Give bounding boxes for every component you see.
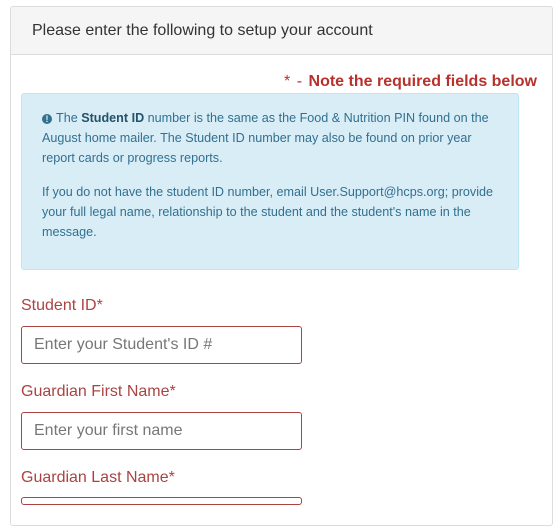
student-id-label: Student ID* [21,297,103,314]
guardian-last-name-label: Guardian Last Name* [21,469,175,486]
info-paragraph-2: If you do not have the student ID number… [42,185,494,239]
student-id-info-alert: ! The Student ID number is the same as th… [21,93,519,270]
required-note-text: Note the required fields below [308,73,537,90]
student-id-input[interactable] [21,326,302,364]
required-fields-note: * - Note the required fields below [284,73,537,91]
required-dash: - [296,73,303,90]
info-paragraph-1: ! The Student ID number is the same as th… [42,108,506,168]
guardian-first-name-label: Guardian First Name* [21,383,176,400]
required-star: * [284,73,291,90]
guardian-last-name-input[interactable] [21,497,302,505]
info-p1-bold: Student ID [81,111,145,125]
info-p1-prefix: The [56,111,82,125]
info-circle-icon: ! [42,114,52,124]
guardian-first-name-input[interactable] [21,412,302,450]
panel-heading: Please enter the following to setup your… [11,7,552,55]
